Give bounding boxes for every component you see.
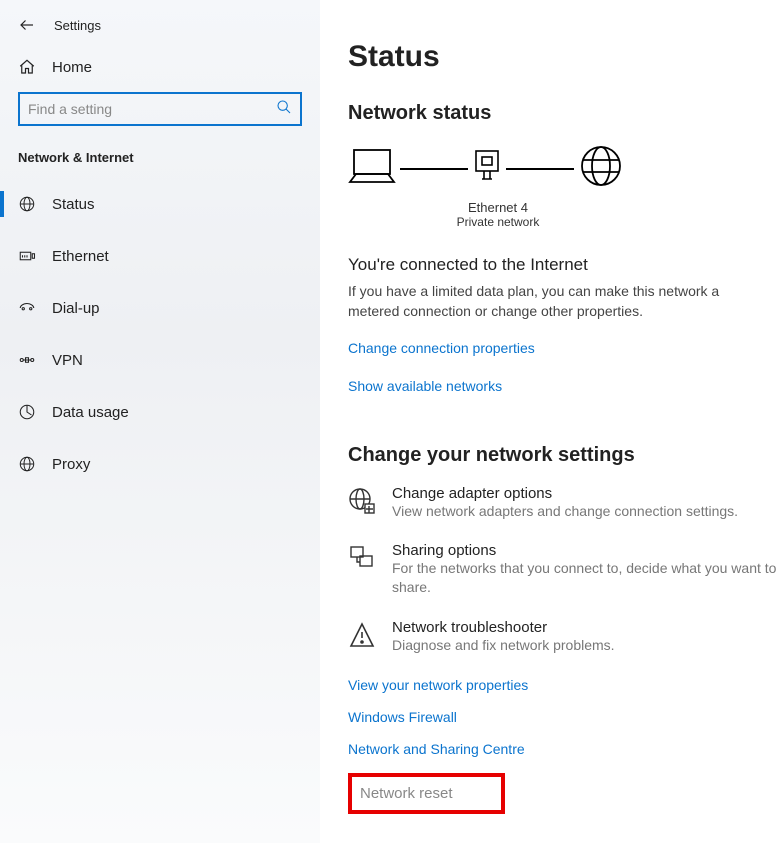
setting-desc: Diagnose and fix network problems. (392, 636, 615, 655)
setting-title: Network troubleshooter (392, 619, 615, 636)
troubleshooter-icon (348, 621, 376, 649)
network-reset-link[interactable]: Network reset (348, 773, 505, 814)
data-usage-icon (18, 403, 36, 421)
home-label: Home (52, 59, 92, 76)
diagram-caption: Ethernet 4 Private network (348, 200, 648, 229)
search-input[interactable] (28, 101, 252, 117)
windows-firewall-link[interactable]: Windows Firewall (348, 709, 784, 725)
view-network-properties-link[interactable]: View your network properties (348, 677, 784, 693)
sidebar-item-label: Dial-up (52, 300, 100, 317)
change-connection-properties-link[interactable]: Change connection properties (348, 340, 535, 356)
show-available-networks-link[interactable]: Show available networks (348, 378, 502, 394)
back-icon[interactable] (18, 16, 36, 34)
adapter-icon (472, 149, 502, 188)
adapter-options-icon (348, 487, 376, 515)
main-content: Status Network status Ethernet 4 Private… (320, 0, 784, 843)
home-nav[interactable]: Home (0, 48, 320, 86)
sidebar-item-dialup[interactable]: Dial-up (0, 287, 320, 329)
network-sharing-centre-link[interactable]: Network and Sharing Centre (348, 741, 784, 757)
app-title: Settings (54, 18, 101, 33)
setting-desc: For the networks that you connect to, de… (392, 559, 784, 597)
sidebar-item-label: Ethernet (52, 248, 109, 265)
network-name: Ethernet 4 (348, 200, 648, 215)
connected-desc: If you have a limited data plan, you can… (348, 281, 728, 322)
network-troubleshooter[interactable]: Network troubleshooter Diagnose and fix … (348, 619, 784, 655)
network-diagram (348, 143, 784, 194)
change-adapter-options[interactable]: Change adapter options View network adap… (348, 485, 784, 521)
sidebar-item-ethernet[interactable]: Ethernet (0, 235, 320, 277)
sharing-options[interactable]: Sharing options For the networks that yo… (348, 542, 784, 597)
status-icon (18, 195, 36, 213)
category-label: Network & Internet (0, 144, 320, 183)
setting-title: Sharing options (392, 542, 784, 559)
setting-desc: View network adapters and change connect… (392, 502, 738, 521)
sidebar-item-vpn[interactable]: VPN (0, 339, 320, 381)
sidebar-item-label: VPN (52, 352, 83, 369)
setting-title: Change adapter options (392, 485, 738, 502)
change-settings-heading: Change your network settings (348, 444, 784, 467)
sidebar-item-label: Data usage (52, 404, 129, 421)
proxy-icon (18, 455, 36, 473)
search-icon (276, 99, 292, 120)
sidebar-item-status[interactable]: Status (0, 183, 320, 225)
vpn-icon (18, 351, 36, 369)
home-icon (18, 58, 36, 76)
dialup-icon (18, 299, 36, 317)
globe-icon (578, 143, 624, 194)
search-box[interactable] (18, 92, 302, 126)
sidebar-item-label: Proxy (52, 456, 90, 473)
sidebar-item-label: Status (52, 196, 95, 213)
ethernet-icon (18, 247, 36, 265)
sidebar-item-data-usage[interactable]: Data usage (0, 391, 320, 433)
sharing-icon (348, 544, 376, 572)
sidebar: Settings Home Network & Internet Status … (0, 0, 320, 843)
network-status-heading: Network status (348, 102, 784, 125)
sidebar-item-proxy[interactable]: Proxy (0, 443, 320, 485)
connected-title: You're connected to the Internet (348, 255, 784, 275)
computer-icon (348, 146, 396, 191)
page-title: Status (348, 40, 784, 74)
network-profile: Private network (348, 215, 648, 229)
